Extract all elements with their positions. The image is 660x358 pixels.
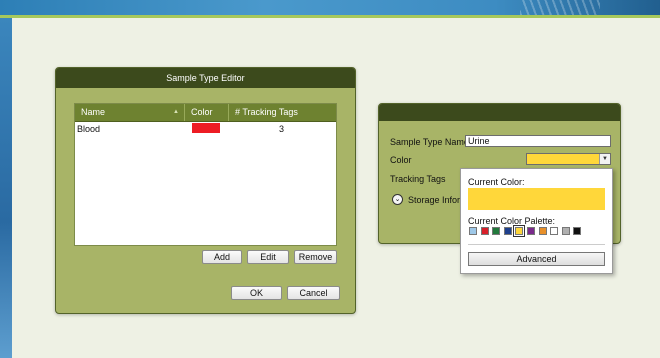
palette-swatch[interactable] — [469, 227, 477, 235]
current-color-palette-label: Current Color Palette: — [468, 216, 556, 226]
sample-type-editor-dialog: Sample Type Editor Name ▲ Color # Tracki… — [55, 67, 356, 314]
desktop-decoration — [520, 0, 600, 15]
color-picker-dropdown[interactable]: ▼ — [526, 153, 611, 165]
cancel-button[interactable]: Cancel — [287, 286, 340, 300]
column-header-label: # Tracking Tags — [235, 107, 298, 117]
column-header-tracking-tags[interactable]: # Tracking Tags — [229, 104, 336, 121]
dialog-title: Sample Type Editor — [56, 68, 355, 88]
color-picker-popup: Current Color: Current Color Palette: Ad… — [460, 168, 613, 274]
expand-chevron-icon[interactable]: ⌄ — [392, 194, 403, 205]
table-row[interactable]: Blood 3 — [75, 123, 336, 135]
add-button[interactable]: Add — [202, 250, 242, 264]
sort-arrow-icon: ▲ — [173, 109, 179, 115]
palette-swatch[interactable] — [513, 225, 526, 237]
storage-information-label[interactable]: Storage Inform — [408, 195, 468, 205]
palette-swatch[interactable] — [480, 227, 489, 235]
sample-type-name-label: Sample Type Name — [390, 137, 469, 147]
desktop-left-edge — [0, 18, 12, 358]
palette-swatch[interactable] — [538, 227, 547, 235]
desktop-top-band — [0, 0, 660, 15]
palette-swatch[interactable] — [503, 227, 512, 235]
palette-swatch[interactable] — [573, 227, 582, 235]
advanced-button[interactable]: Advanced — [468, 252, 605, 266]
current-color-label: Current Color: — [468, 177, 525, 187]
current-color-swatch — [468, 188, 605, 210]
cell-color-swatch — [192, 123, 220, 133]
palette-swatch[interactable] — [561, 227, 570, 235]
palette-swatch[interactable] — [550, 227, 559, 235]
column-header-label: Color — [191, 107, 213, 117]
divider — [468, 244, 605, 245]
palette-swatch[interactable] — [527, 227, 535, 235]
panel-header — [379, 104, 620, 121]
cell-name: Blood — [77, 124, 101, 134]
color-label: Color — [390, 155, 412, 165]
palette-swatch[interactable] — [492, 227, 501, 235]
cell-tracking-tags: 3 — [279, 124, 285, 134]
column-header-color[interactable]: Color — [185, 104, 229, 121]
sample-types-table: Name ▲ Color # Tracking Tags Blood 3 — [74, 103, 337, 246]
remove-button[interactable]: Remove — [294, 250, 337, 264]
column-header-name[interactable]: Name ▲ — [75, 104, 185, 121]
edit-button[interactable]: Edit — [247, 250, 289, 264]
sample-type-name-input[interactable]: Urine — [465, 135, 611, 147]
ok-button[interactable]: OK — [231, 286, 282, 300]
table-header: Name ▲ Color # Tracking Tags — [75, 104, 336, 122]
chevron-down-icon[interactable]: ▼ — [599, 154, 610, 164]
tracking-tags-label: Tracking Tags — [390, 174, 446, 184]
column-header-label: Name — [81, 107, 106, 117]
